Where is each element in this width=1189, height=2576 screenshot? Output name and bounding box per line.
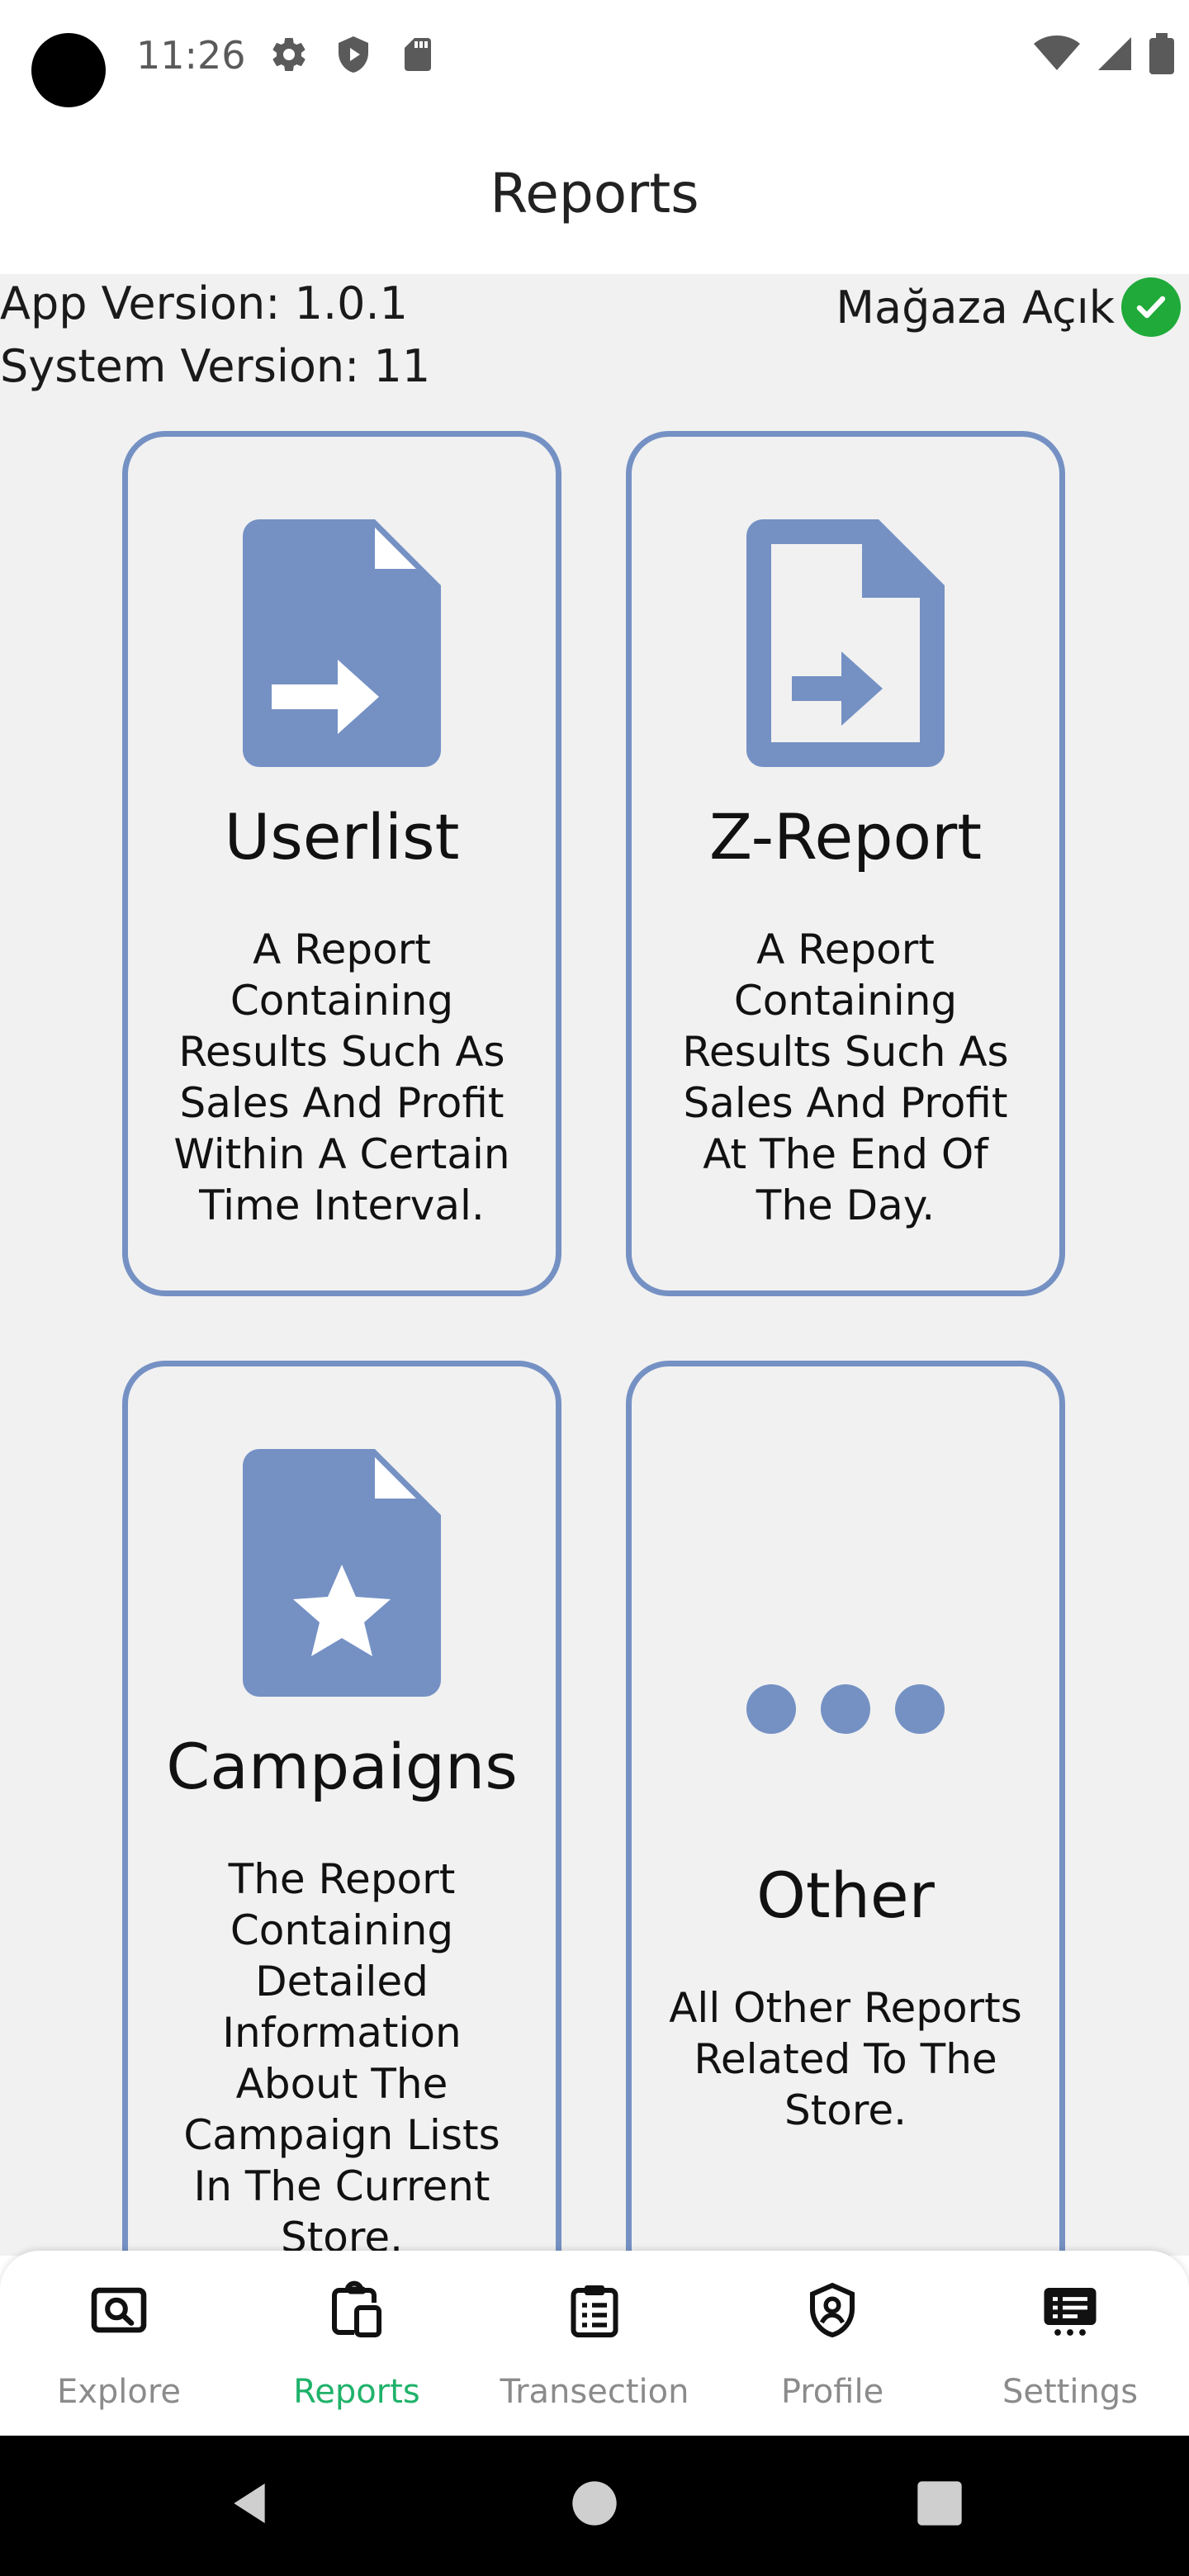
nav-label: Reports [293, 2373, 420, 2411]
nav-label: Profile [780, 2373, 884, 2411]
store-status: Mağaza Açık [836, 277, 1181, 337]
status-time: 11:26 [136, 33, 246, 78]
search-box-icon [91, 2287, 147, 2333]
nav-item-reports[interactable]: Reports [238, 2251, 476, 2436]
home-icon[interactable] [568, 2477, 621, 2530]
card-title: Userlist [224, 800, 460, 874]
recents-icon[interactable] [913, 2477, 966, 2530]
card-description: The Report Containing Detailed Informati… [183, 1855, 500, 2256]
bottom-nav: Explore Reports Transection Profile Sett… [0, 2251, 1189, 2436]
app-header: Reports [0, 116, 1189, 274]
store-status-label: Mağaza Açık [836, 281, 1115, 334]
gear-icon [272, 37, 306, 72]
nav-item-settings[interactable]: Settings [951, 2251, 1189, 2436]
nav-label: Settings [1002, 2373, 1139, 2411]
nav-item-transection[interactable]: Transection [476, 2251, 713, 2436]
card-description: A Report Containing Results Such As Sale… [173, 926, 510, 1229]
card-title: Z-Report [708, 800, 983, 874]
more-dots-icon [746, 1684, 945, 1734]
file-arrow-icon [243, 519, 441, 767]
battery-icon [1149, 33, 1174, 74]
nav-label: Transection [500, 2373, 689, 2411]
system-nav-bar [0, 2436, 1189, 2576]
shield-play-icon [339, 36, 368, 73]
card-description: All Other Reports Related To The Store. [669, 1984, 1022, 2134]
file-outline-arrow-icon [746, 519, 945, 767]
camera-cutout [31, 33, 106, 107]
signal-icon [1098, 37, 1131, 70]
app-version: App Version: 1.0.1 [0, 277, 408, 329]
sd-card-icon [405, 38, 431, 71]
wifi-icon [1034, 36, 1080, 70]
clipboard-list-icon [571, 2285, 618, 2337]
system-version: System Version: 11 [0, 340, 431, 392]
clipboard-copy-icon [332, 2280, 381, 2337]
report-card-z-report[interactable]: Z-Report A Report Containing Results Suc… [626, 431, 1065, 1296]
nav-item-profile[interactable]: Profile [713, 2251, 951, 2436]
report-card-campaigns[interactable]: Campaigns The Report Containing Detailed… [122, 1361, 561, 2256]
settings-list-icon [1044, 2288, 1097, 2336]
card-description: A Report Containing Results Such As Sale… [682, 926, 1009, 1229]
report-card-other[interactable]: Other All Other Reports Related To The S… [626, 1361, 1065, 2256]
card-title: Campaigns [166, 1730, 518, 1803]
reports-content: App Version: 1.0.1 System Version: 11 Ma… [0, 274, 1189, 2256]
status-bar: 11:26 [0, 0, 1189, 116]
back-icon[interactable] [223, 2477, 276, 2530]
report-card-userlist[interactable]: Userlist A Report Containing Results Suc… [122, 431, 561, 1296]
nav-label: Explore [56, 2373, 182, 2411]
nav-item-explore[interactable]: Explore [0, 2251, 238, 2436]
page-title: Reports [490, 162, 699, 225]
check-circle-icon [1121, 277, 1181, 337]
card-title: Other [756, 1859, 935, 1932]
file-star-icon [243, 1449, 441, 1697]
shield-user-icon [810, 2282, 855, 2338]
